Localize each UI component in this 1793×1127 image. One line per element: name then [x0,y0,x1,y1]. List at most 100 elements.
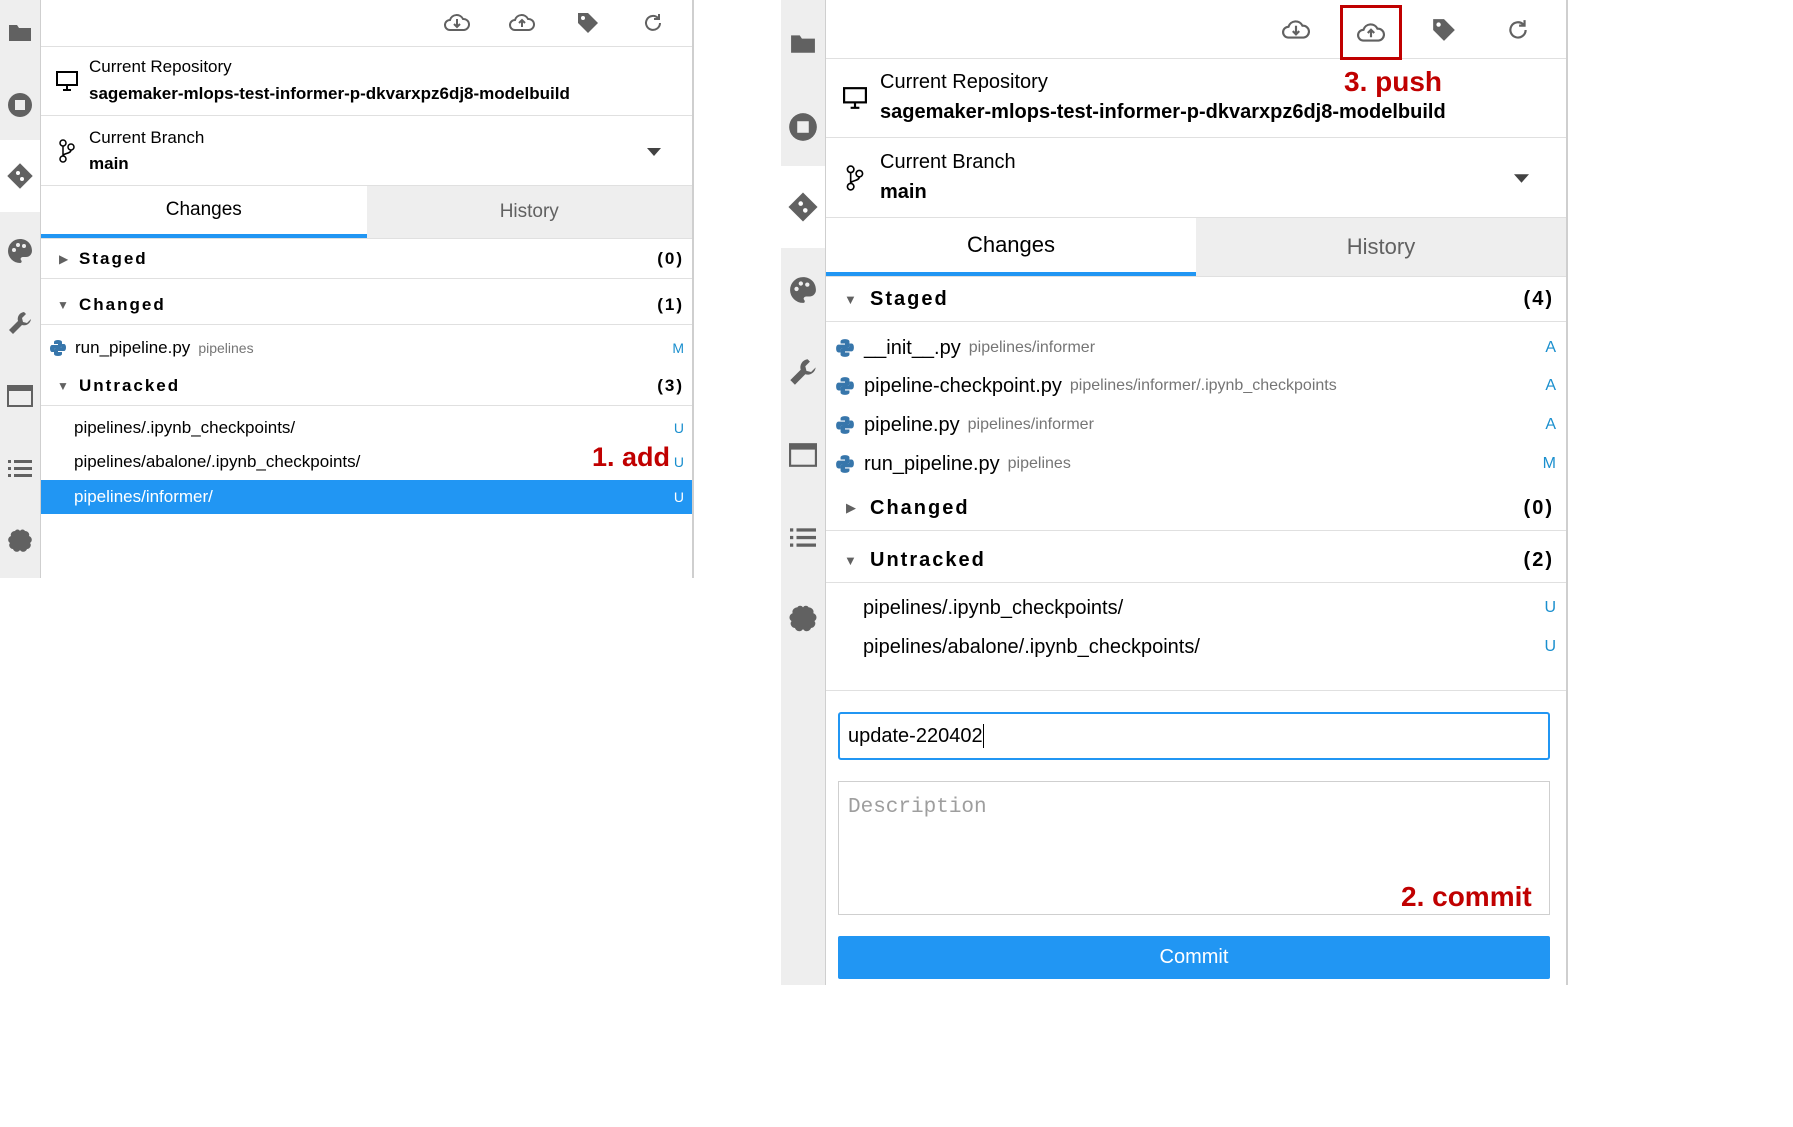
palette-icon[interactable] [781,276,825,304]
file-name: pipeline.py [864,413,960,436]
file-row[interactable]: pipelines/.ipynb_checkpoints/ U [41,411,692,445]
file-status: U [673,454,684,470]
file-path: pipelines/informer [967,416,1094,433]
file-status: U [1544,638,1556,655]
window-tabs-icon[interactable] [0,385,40,407]
staged-section-header[interactable]: ▶ Staged (0) [41,239,692,279]
tab-bar: Changes History [41,186,692,239]
changed-section-header[interactable]: ▼ Changed (1) [41,285,692,325]
staged-section-header[interactable]: ▼ Staged (4) [826,277,1566,322]
file-status: U [1544,599,1556,616]
section-count: (0) [1523,496,1554,519]
palette-icon[interactable] [0,238,40,264]
file-name: run_pipeline.py [864,452,1000,475]
section-count: (1) [657,294,684,314]
file-name: pipelines/informer/ [74,487,213,506]
brain-icon[interactable] [0,528,40,556]
brain-icon[interactable] [781,604,825,636]
window-tabs-icon[interactable] [781,443,825,467]
file-status: A [1545,339,1556,356]
section-label: Untracked [79,375,181,395]
file-status: M [672,340,684,356]
file-row-selected[interactable]: pipelines/informer/ U [41,480,692,514]
commit-button[interactable]: Commit [838,936,1550,979]
repo-header: Current Repository sagemaker-mlops-test-… [826,59,1566,138]
folder-icon[interactable] [0,22,40,42]
tag-button[interactable] [1424,12,1464,48]
wrench-icon[interactable] [0,310,40,336]
file-row[interactable]: __init__.py pipelines/informer A [826,329,1566,367]
git-icon[interactable] [781,166,825,248]
branch-header[interactable]: Current Branch main [41,116,692,186]
pull-button[interactable] [1276,12,1316,48]
left-activity-bar [0,0,41,578]
annotation-add: 1. add [592,442,671,472]
python-file-icon [836,416,854,434]
chevron-down-icon[interactable] [1514,174,1529,183]
refresh-button[interactable] [1498,12,1538,48]
refresh-icon [645,14,661,31]
file-name: pipelines/abalone/.ipynb_checkpoints/ [863,635,1200,658]
caret-down-icon: ▼ [844,291,857,307]
annotation-commit: 2. commit [1401,881,1532,912]
tag-button[interactable] [570,8,606,38]
push-button[interactable] [1340,5,1402,60]
tab-changes[interactable]: Changes [41,186,367,238]
git-toolbar [41,0,692,47]
untracked-section-header[interactable]: ▼ Untracked (3) [41,366,692,406]
file-name: pipelines/.ipynb_checkpoints/ [74,418,296,437]
cloud-upload-icon [1357,22,1385,42]
file-row[interactable]: pipelines/.ipynb_checkpoints/ U [826,589,1566,627]
running-stop-icon[interactable] [0,92,40,118]
file-name: pipeline-checkpoint.py [864,374,1062,397]
refresh-button[interactable] [635,8,671,38]
branch-name: main [880,181,927,203]
commit-divider [826,690,1566,691]
list-icon[interactable] [0,458,40,478]
changed-section-header[interactable]: ▶ Changed (0) [826,486,1566,531]
monitor-icon [843,87,867,109]
tab-history[interactable]: History [1196,218,1566,276]
wrench-icon[interactable] [781,357,825,387]
left-git-panel: Current Repository sagemaker-mlops-test-… [41,0,694,578]
file-name: run_pipeline.py [75,338,191,357]
pull-button[interactable] [439,8,475,38]
section-count: (4) [1523,287,1554,310]
file-row[interactable]: run_pipeline.py pipelines M [41,331,692,365]
file-name: pipelines/.ipynb_checkpoints/ [863,596,1124,619]
cloud-download-icon [444,14,470,31]
git-icon[interactable] [0,140,40,212]
chevron-down-icon[interactable] [647,148,661,156]
list-icon[interactable] [781,526,825,548]
repo-label: Current Repository [880,71,1048,93]
repo-header: Current Repository sagemaker-mlops-test-… [41,47,692,116]
running-stop-icon[interactable] [781,112,825,142]
folder-icon[interactable] [781,32,825,54]
tab-changes[interactable]: Changes [826,218,1196,276]
branch-label: Current Branch [880,151,1016,173]
file-row[interactable]: run_pipeline.py pipelines M [826,445,1566,483]
python-file-icon [50,340,66,356]
push-button[interactable] [504,8,540,38]
tab-history[interactable]: History [366,186,692,238]
file-row[interactable]: pipeline-checkpoint.py pipelines/informe… [826,367,1566,405]
branch-label: Current Branch [89,128,205,147]
file-name: __init__.py [864,336,961,359]
file-status: A [1545,416,1556,433]
repo-name: sagemaker-mlops-test-informer-p-dkvarxpz… [880,101,1446,123]
branch-header[interactable]: Current Branch main [826,138,1566,218]
untracked-section-header[interactable]: ▼ Untracked (2) [826,538,1566,583]
section-label: Untracked [870,548,986,571]
file-row[interactable]: pipelines/abalone/.ipynb_checkpoints/ U [826,628,1566,666]
refresh-icon [1509,20,1527,39]
caret-right-icon: ▶ [846,500,856,515]
branch-icon [846,165,864,191]
git-toolbar [826,0,1566,60]
commit-summary-input[interactable]: update-220402 [838,712,1550,760]
file-path: pipelines/informer/.ipynb_checkpoints [1069,377,1337,394]
file-path: pipelines [1007,455,1071,472]
section-count: (2) [1523,548,1554,571]
file-row[interactable]: pipeline.py pipelines/informer A [826,406,1566,444]
right-git-panel: 3. push Current Repository sagemaker-mlo… [826,0,1568,985]
branch-name: main [89,154,129,173]
